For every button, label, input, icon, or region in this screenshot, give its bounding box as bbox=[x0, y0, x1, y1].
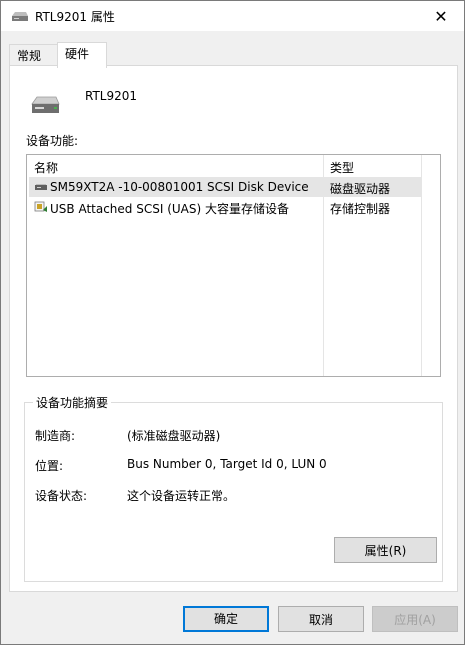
tab-hardware[interactable]: 硬件 bbox=[57, 42, 107, 68]
cancel-button[interactable]: 取消 bbox=[278, 606, 364, 632]
list-item-name: SM59XT2A -10-00801001 SCSI Disk Device bbox=[50, 180, 309, 194]
drive-icon bbox=[12, 12, 28, 21]
list-item-type: 存储控制器 bbox=[330, 202, 391, 216]
device-status-label: 设备状态: bbox=[35, 489, 88, 503]
list-item-name: USB Attached SCSI (UAS) 大容量存储设备 bbox=[50, 202, 289, 216]
close-button[interactable]: ✕ bbox=[418, 1, 464, 31]
device-summary-group: 设备功能摘要 制造商: (标准磁盘驱动器) 位置: Bus Number 0, … bbox=[24, 394, 443, 582]
ok-button[interactable]: 确定 bbox=[183, 606, 269, 632]
window-title: RTL9201 属性 bbox=[35, 10, 115, 24]
device-name: RTL9201 bbox=[85, 89, 138, 103]
device-functions-list[interactable]: 名称 类型 SM59XT2A -10-00801001 SCSI Disk De… bbox=[26, 154, 441, 377]
disk-drive-icon bbox=[35, 184, 47, 190]
list-item[interactable]: SM59XT2A -10-00801001 SCSI Disk Device 磁… bbox=[29, 177, 422, 197]
device-status-value: 这个设备运转正常。 bbox=[127, 489, 236, 503]
title-bar: RTL9201 属性 ✕ bbox=[1, 1, 464, 31]
manufacturer-value: (标准磁盘驱动器) bbox=[127, 429, 221, 443]
column-header-type[interactable]: 类型 bbox=[330, 159, 354, 176]
summary-title: 设备功能摘要 bbox=[33, 394, 112, 411]
apply-button[interactable]: 应用(A) bbox=[372, 606, 458, 632]
device-functions-label: 设备功能: bbox=[26, 134, 79, 148]
location-label: 位置: bbox=[35, 459, 64, 473]
tab-general[interactable]: 常规 bbox=[9, 44, 59, 67]
properties-dialog: RTL9201 属性 ✕ 常规 硬件 RTL9201 设备功能: 名称 类型 S… bbox=[0, 0, 465, 645]
hardware-panel: RTL9201 设备功能: 名称 类型 SM59XT2A -10-0080100… bbox=[9, 65, 458, 592]
column-header-name[interactable]: 名称 bbox=[34, 159, 58, 176]
list-item-type: 磁盘驱动器 bbox=[330, 182, 391, 196]
list-item[interactable]: USB Attached SCSI (UAS) 大容量存储设备 存储控制器 bbox=[29, 197, 422, 217]
list-header: 名称 类型 bbox=[27, 155, 440, 177]
storage-controller-icon bbox=[34, 201, 47, 212]
manufacturer-label: 制造商: bbox=[35, 429, 76, 443]
close-icon: ✕ bbox=[434, 6, 448, 26]
properties-button[interactable]: 属性(R) bbox=[334, 537, 437, 563]
location-value: Bus Number 0, Target Id 0, LUN 0 bbox=[127, 457, 327, 471]
drive-icon bbox=[31, 96, 60, 113]
